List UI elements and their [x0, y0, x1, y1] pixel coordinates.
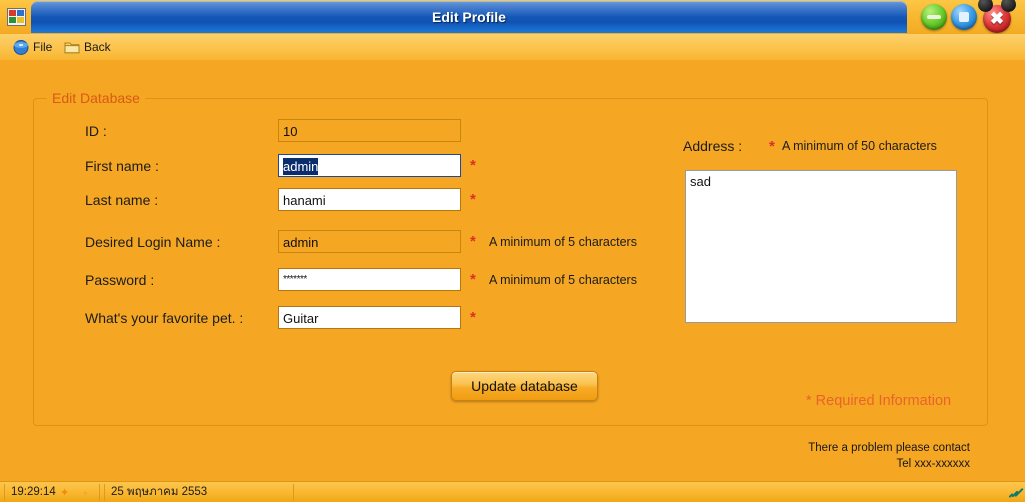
- field-value: *******: [283, 274, 307, 285]
- folder-icon: [64, 40, 80, 55]
- menu-item-back-label: Back: [84, 40, 111, 54]
- required-information-note: * Required Information: [806, 393, 952, 409]
- address-label: Address :: [683, 138, 743, 154]
- form-window-icon: [7, 8, 26, 26]
- required-star: *: [470, 271, 476, 288]
- required-star: *: [470, 233, 476, 250]
- address-required-star: *: [769, 138, 775, 155]
- field-label: Password :: [85, 272, 155, 288]
- address-textarea[interactable]: sad: [685, 170, 957, 323]
- required-star: *: [470, 191, 476, 208]
- groupbox-legend: Edit Database: [47, 90, 145, 106]
- field-input[interactable]: admin: [278, 154, 461, 177]
- minimize-button[interactable]: [921, 4, 947, 30]
- maximize-button[interactable]: [951, 4, 977, 30]
- resize-grip-icon[interactable]: [1008, 486, 1024, 500]
- field-label: Desired Login Name :: [85, 234, 221, 250]
- field-input[interactable]: 10: [278, 119, 461, 142]
- field-input[interactable]: *******: [278, 268, 461, 291]
- update-database-button[interactable]: Update database: [451, 371, 598, 401]
- menu-item-file[interactable]: File: [13, 38, 52, 57]
- window-caption[interactable]: Edit Profile: [31, 1, 907, 33]
- field-label: ID :: [85, 123, 107, 139]
- contact-footer: There a problem please contact Tel xxx-x…: [808, 440, 970, 472]
- close-icon: ✖: [989, 9, 1005, 28]
- close-button[interactable]: ✖: [978, 0, 1016, 33]
- required-star: *: [470, 157, 476, 174]
- field-value: Guitar: [283, 311, 319, 326]
- window-title: Edit Profile: [432, 9, 506, 25]
- menu-item-back[interactable]: Back: [64, 38, 111, 57]
- title-bar: Edit Profile ✖: [0, 0, 1025, 34]
- field-value: admin: [283, 158, 319, 175]
- field-input[interactable]: hanami: [278, 188, 461, 211]
- field-input[interactable]: Guitar: [278, 306, 461, 329]
- field-label: Last name :: [85, 192, 159, 208]
- menu-bar: File Back: [0, 34, 1025, 60]
- field-input[interactable]: admin: [278, 230, 461, 253]
- menu-item-file-label: File: [33, 40, 53, 54]
- field-value: 10: [283, 124, 298, 139]
- field-hint: A minimum of 5 characters: [489, 235, 637, 249]
- address-value: sad: [690, 174, 711, 189]
- field-label: First name :: [85, 158, 159, 174]
- required-star: *: [470, 309, 476, 326]
- main-content: Edit Database ID : 10 First name : admin * La…: [0, 60, 1025, 487]
- address-hint: A minimum of 50 characters: [782, 139, 937, 153]
- star-small-icon: ✦: [82, 489, 89, 498]
- field-label: What's your favorite pet. :: [85, 310, 244, 326]
- star-icon: ✦: [60, 487, 70, 499]
- disk-icon: [13, 40, 29, 55]
- status-date: 25 พฤษภาคม 2553: [104, 484, 294, 501]
- field-value: admin: [283, 235, 319, 250]
- field-value: hanami: [283, 193, 326, 208]
- field-hint: A minimum of 5 characters: [489, 273, 637, 287]
- footer-line-1: There a problem please contact: [808, 442, 970, 454]
- footer-line-2: Tel xxx-xxxxxx: [896, 458, 970, 470]
- status-bar: 19:29:14 ✦ ✦ 25 พฤษภาคม 2553: [0, 481, 1025, 502]
